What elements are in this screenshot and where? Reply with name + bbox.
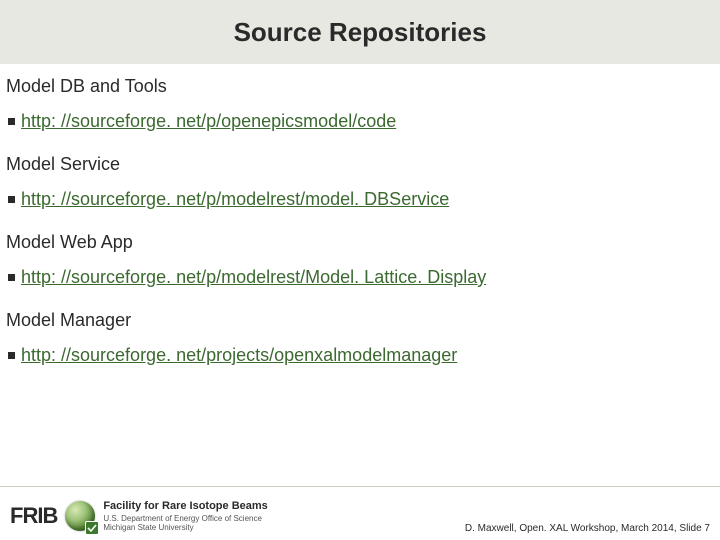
section-heading: Model Manager	[6, 310, 710, 331]
content-area: Model DB and Tools http: //sourceforge. …	[6, 72, 710, 480]
frib-logo: FRIB	[10, 503, 57, 529]
slide: Source Repositories Model DB and Tools h…	[0, 0, 720, 540]
title-band: Source Repositories	[0, 0, 720, 64]
footer-left: FRIB Facility for Rare Isotope Beams U.S…	[10, 500, 268, 532]
repo-link[interactable]: http: //sourceforge. net/p/openepicsmode…	[21, 111, 396, 132]
globe-icon	[65, 501, 95, 531]
section-heading: Model Web App	[6, 232, 710, 253]
link-row: http: //sourceforge. net/p/modelrest/Mod…	[8, 267, 710, 288]
bullet-icon	[8, 118, 15, 125]
bullet-icon	[8, 352, 15, 359]
repo-link[interactable]: http: //sourceforge. net/p/modelrest/mod…	[21, 189, 449, 210]
facility-subtitle: Michigan State University	[103, 523, 267, 532]
slide-title: Source Repositories	[234, 17, 487, 48]
section-heading: Model DB and Tools	[6, 76, 710, 97]
section-heading: Model Service	[6, 154, 710, 175]
footer-credit: D. Maxwell, Open. XAL Workshop, March 20…	[465, 523, 710, 534]
repo-link[interactable]: http: //sourceforge. net/projects/openxa…	[21, 345, 457, 366]
facility-subtitle: U.S. Department of Energy Office of Scie…	[103, 514, 267, 523]
checkmark-icon	[85, 521, 99, 535]
footer: FRIB Facility for Rare Isotope Beams U.S…	[0, 486, 720, 540]
bullet-icon	[8, 274, 15, 281]
link-row: http: //sourceforge. net/p/openepicsmode…	[8, 111, 710, 132]
repo-link[interactable]: http: //sourceforge. net/p/modelrest/Mod…	[21, 267, 486, 288]
bullet-icon	[8, 196, 15, 203]
facility-text-block: Facility for Rare Isotope Beams U.S. Dep…	[103, 500, 267, 532]
link-row: http: //sourceforge. net/projects/openxa…	[8, 345, 710, 366]
frib-logo-text: FRIB	[10, 503, 57, 529]
link-row: http: //sourceforge. net/p/modelrest/mod…	[8, 189, 710, 210]
facility-title: Facility for Rare Isotope Beams	[103, 500, 267, 513]
